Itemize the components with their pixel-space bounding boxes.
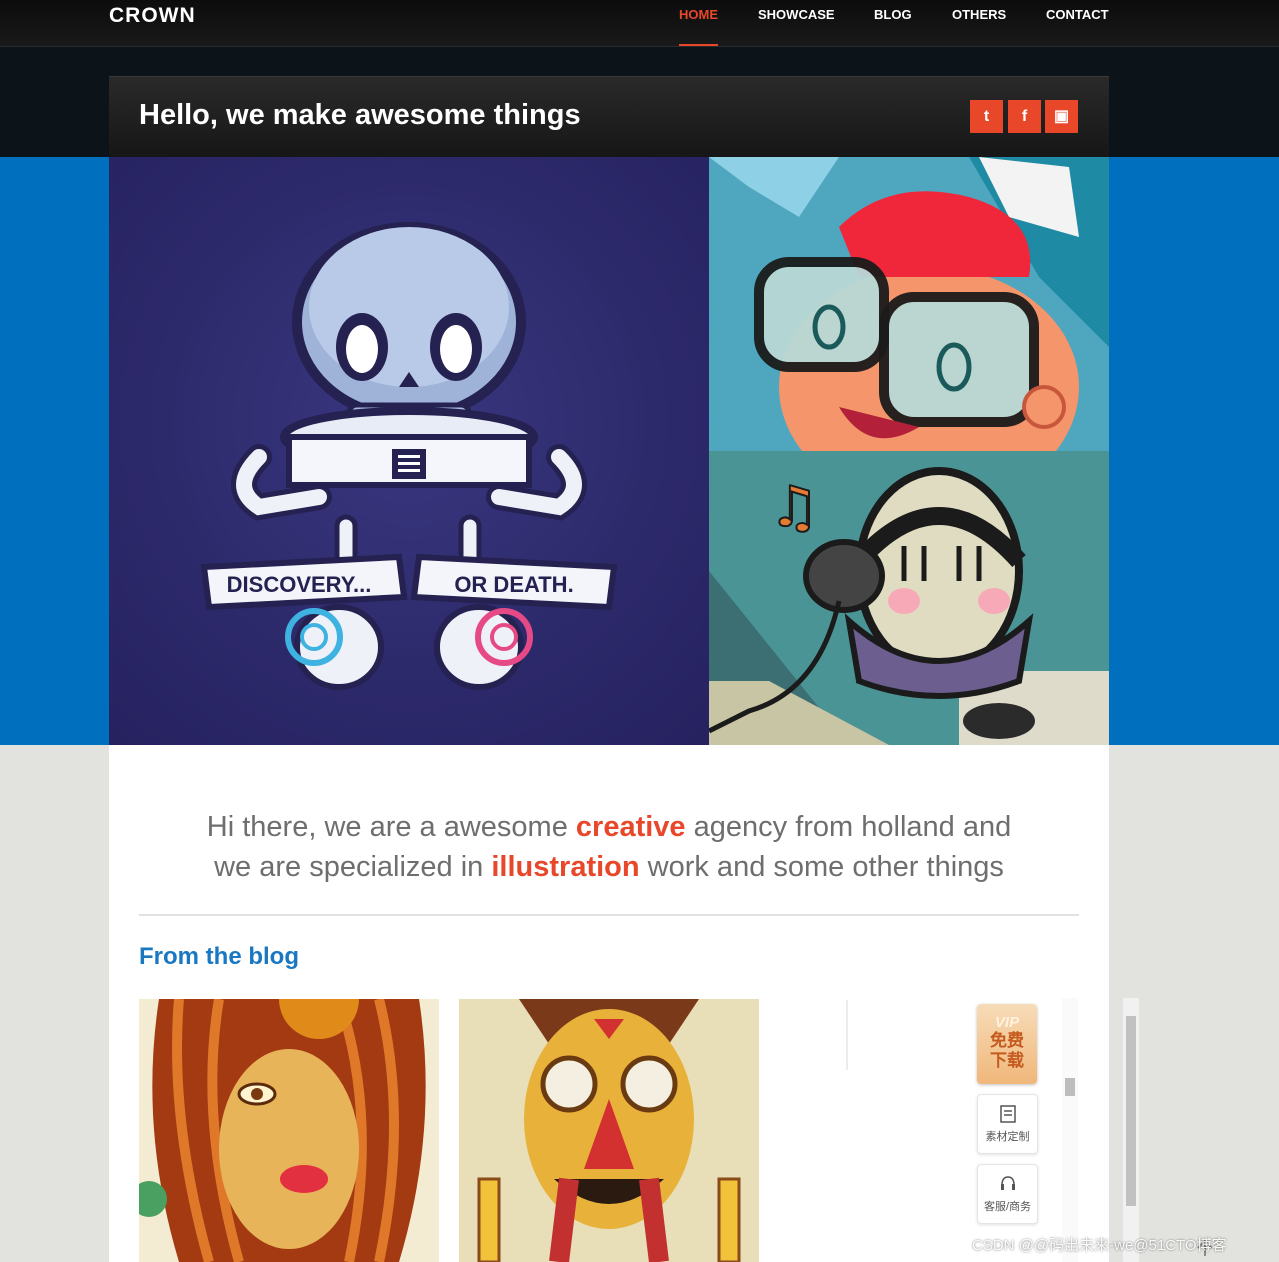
customer-service-button[interactable]: 客服/商务 (977, 1164, 1038, 1224)
panel-divider (846, 1000, 848, 1070)
headphones-guy-art: ♫ (709, 467, 1109, 745)
girl-illustration-art (139, 999, 439, 1262)
intro-line2-a: we are specialized in (214, 851, 492, 883)
page-scrollbar-thumb[interactable] (1126, 1016, 1136, 1206)
nav-item-others[interactable]: OTHERS (952, 7, 1006, 22)
intro-line1-a: Hi there, we are a awesome (206, 811, 576, 843)
blog-section-title: From the blog (139, 943, 299, 970)
headset-icon (1000, 1176, 1015, 1190)
twitter-button[interactable]: t (970, 100, 1003, 133)
blog-post-image-monster[interactable] (459, 999, 759, 1262)
facebook-button[interactable]: f (1008, 100, 1041, 133)
page-headline: Hello, we make awesome things (139, 99, 581, 131)
intro-line2-b: work and some other things (639, 851, 1004, 883)
intro-highlight-illustration: illustration (491, 851, 640, 883)
panel-scrollbar-thumb[interactable] (1065, 1078, 1075, 1096)
calendar-icon: ▣ (1053, 108, 1070, 125)
nav-item-contact[interactable]: CONTACT (1046, 7, 1109, 22)
skull-astronaut-art: DISCOVERY... OR DEATH. (200, 222, 618, 690)
headline-bar: Hello, we make awesome things t f ▣ (109, 76, 1109, 158)
svg-text:♫: ♫ (769, 475, 819, 540)
document-icon (999, 1105, 1016, 1123)
intro-text: Hi there, we are a awesome creative agen… (109, 807, 1109, 887)
banner-discovery-text: DISCOVERY... (227, 572, 372, 597)
calendar-button[interactable]: ▣ (1045, 100, 1078, 133)
hero-headphones-illustration[interactable]: ♫ (709, 451, 1109, 745)
vip-download-button[interactable]: VIP 免费 下载 (977, 1004, 1037, 1084)
free-download-label: 免费 下载 (990, 1031, 1024, 1070)
nav-item-home[interactable]: HOME (679, 7, 718, 22)
customer-service-label: 客服/商务 (983, 1201, 1032, 1213)
nav-active-indicator (679, 44, 718, 46)
nav-item-showcase[interactable]: SHOWCASE (758, 7, 835, 22)
glasses-kid-art (709, 157, 1109, 451)
top-navbar: CROWN HOME SHOWCASE BLOG OTHERS CONTACT (0, 0, 1279, 47)
panel-scrollbar[interactable] (1062, 998, 1078, 1262)
hero-skull-illustration[interactable]: DISCOVERY... OR DEATH. (109, 157, 709, 745)
monster-illustration-art (459, 999, 759, 1262)
twitter-icon: t (983, 108, 990, 125)
intro-line1-b: agency from holland and (685, 811, 1012, 843)
main-nav: HOME SHOWCASE BLOG OTHERS CONTACT (0, 0, 1279, 46)
banner-death-text: OR DEATH. (454, 572, 573, 597)
nav-item-blog[interactable]: BLOG (874, 7, 912, 22)
material-custom-button[interactable]: 素材定制 (977, 1094, 1038, 1154)
material-custom-label: 素材定制 (985, 1131, 1030, 1143)
csdn-watermark: CSDN @@码出未来-we@51CTO博客 (972, 1237, 1227, 1254)
page-scrollbar[interactable] (1123, 998, 1139, 1262)
intro-highlight-creative: creative (575, 811, 686, 843)
facebook-icon: f (1021, 108, 1028, 125)
vip-label: VIP (994, 1014, 1020, 1031)
blog-post-image-girl[interactable] (139, 999, 439, 1262)
content-divider (139, 914, 1079, 916)
hero-glasses-kid-illustration[interactable] (709, 157, 1109, 451)
